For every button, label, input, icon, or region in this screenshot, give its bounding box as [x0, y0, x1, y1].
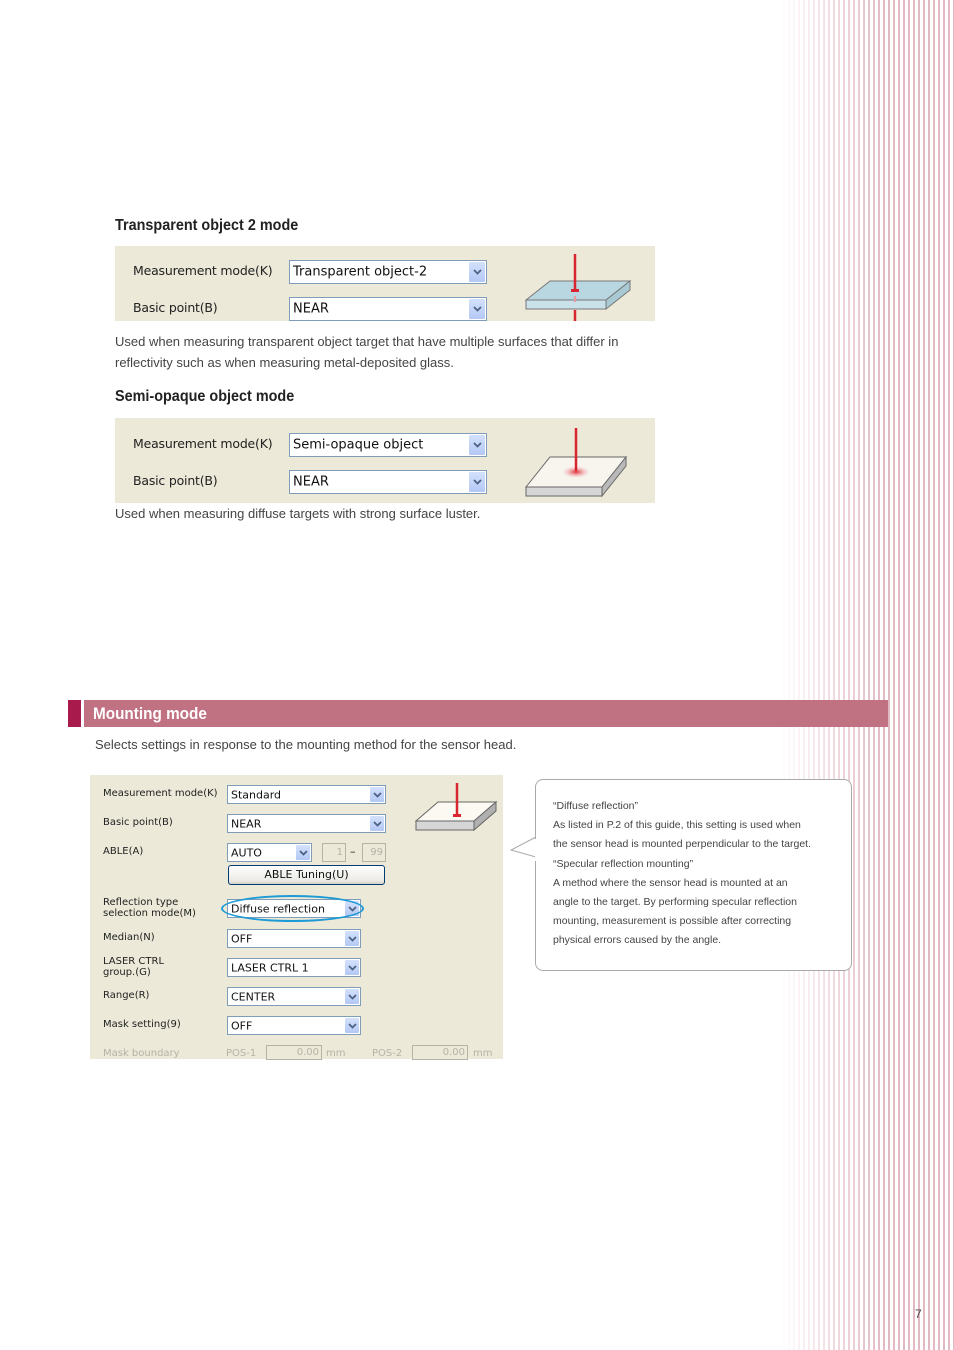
chevron-down-icon[interactable]: [345, 931, 359, 946]
callout-line: A method where the sensor head is mounte…: [553, 876, 788, 889]
able-value: AUTO: [231, 846, 262, 859]
laser-ctrl-value: LASER CTRL 1: [231, 961, 309, 974]
measurement-mode-select[interactable]: Transparent object-2: [289, 260, 487, 284]
mounting-mode-section-bar: Mounting mode: [68, 700, 888, 727]
callout-line: “Specular reflection mounting”: [553, 857, 694, 870]
laser-ctrl-select[interactable]: LASER CTRL 1: [227, 958, 361, 977]
chevron-down-icon[interactable]: [370, 816, 384, 831]
pos2-unit: mm: [473, 1048, 493, 1059]
measurement-mode-select[interactable]: Standard: [227, 785, 386, 804]
section-accent: [68, 700, 81, 727]
mounting-illustration: [414, 783, 498, 832]
measurement-mode-label: Measurement mode(K): [103, 788, 218, 799]
range-value: CENTER: [231, 990, 276, 1003]
callout-text: “Diffuse reflection” As listed in P.2 of…: [553, 797, 848, 951]
basic-point-select[interactable]: NEAR: [227, 814, 386, 833]
measurement-mode-value: Standard: [231, 788, 282, 801]
chevron-down-icon[interactable]: [345, 1018, 359, 1033]
chevron-down-icon[interactable]: [345, 960, 359, 975]
able-label: ABLE(A): [103, 846, 144, 857]
callout-line: physical errors caused by the angle.: [553, 934, 722, 947]
transparent2-description: Used when measuring transparent object t…: [115, 334, 619, 370]
mounting-mode-intro: Selects settings in response to the moun…: [95, 737, 517, 752]
mask-setting-value: OFF: [231, 1019, 253, 1032]
callout-pointer-mask: [535, 839, 537, 861]
semiopaque-heading: Semi-opaque object mode: [115, 388, 295, 405]
median-label: Median(N): [103, 932, 155, 943]
pos2-label: POS-2: [372, 1048, 403, 1059]
laser-ctrl-label: LASER CTRL group.(G): [103, 956, 164, 978]
transparent2-heading: Transparent object 2 mode: [115, 217, 299, 234]
basic-point-select[interactable]: NEAR: [289, 297, 487, 321]
measurement-mode-value: Transparent object-2: [293, 264, 428, 280]
chevron-down-icon[interactable]: [370, 787, 384, 802]
basic-point-value: NEAR: [293, 474, 329, 490]
transparent-glass-illustration: [524, 254, 632, 321]
chevron-down-icon[interactable]: [469, 262, 485, 282]
able-tuning-button[interactable]: ABLE Tuning(U): [228, 865, 385, 885]
measurement-mode-label: Measurement mode(K): [133, 436, 273, 451]
pos1-unit: mm: [326, 1048, 346, 1059]
basic-point-label: Basic point(B): [103, 817, 173, 828]
chevron-down-icon[interactable]: [469, 299, 485, 319]
laser-ctrl-label-line2: group.(G): [103, 967, 151, 978]
reflection-type-label-line2: selection mode(M): [103, 908, 196, 919]
mounting-mode-title: Mounting mode: [93, 704, 207, 723]
measurement-mode-label: Measurement mode(K): [133, 263, 273, 278]
semiopaque-object-illustration: [524, 428, 628, 498]
transparent2-settings-panel: Measurement mode(K) Transparent object-2…: [115, 246, 655, 321]
median-value: OFF: [231, 932, 253, 945]
callout-line: the sensor head is mounted perpendicular…: [553, 838, 811, 851]
semiopaque-description: Used when measuring diffuse targets with…: [115, 506, 481, 521]
callout-line: mounting, measurement is possible after …: [553, 915, 792, 928]
basic-point-label: Basic point(B): [133, 300, 218, 315]
semiopaque-settings-panel: Measurement mode(K) Semi-opaque object B…: [115, 418, 655, 503]
chevron-down-icon[interactable]: [469, 472, 485, 492]
pos1-label: POS-1: [226, 1048, 257, 1059]
basic-point-select[interactable]: NEAR: [289, 470, 487, 494]
decorative-stripes: [780, 0, 954, 1350]
chevron-down-icon[interactable]: [469, 435, 485, 455]
reflection-type-label-line1: Reflection type: [103, 897, 179, 908]
callout-line: angle to the target. By performing specu…: [553, 896, 797, 909]
basic-point-label: Basic point(B): [133, 473, 218, 488]
pos2-input[interactable]: 0.00: [412, 1045, 468, 1060]
able-range-separator: –: [350, 845, 356, 858]
highlight-ellipse: [221, 895, 364, 922]
able-range-min-input[interactable]: 1: [322, 843, 346, 862]
basic-point-value: NEAR: [293, 301, 329, 317]
range-select[interactable]: CENTER: [227, 987, 361, 1006]
basic-point-value: NEAR: [231, 817, 262, 830]
able-select[interactable]: AUTO: [227, 843, 312, 862]
median-select[interactable]: OFF: [227, 929, 361, 948]
measurement-mode-value: Semi-opaque object: [293, 437, 424, 453]
callout-line: As listed in P.2 of this guide, this set…: [553, 819, 801, 832]
range-label: Range(R): [103, 990, 150, 1001]
measurement-mode-select[interactable]: Semi-opaque object: [289, 433, 487, 457]
pos1-input[interactable]: 0.00: [266, 1045, 322, 1060]
mask-boundary-label: Mask boundary: [103, 1048, 180, 1059]
mask-setting-select[interactable]: OFF: [227, 1016, 361, 1035]
mask-setting-label: Mask setting(9): [103, 1019, 181, 1030]
chevron-down-icon[interactable]: [296, 845, 310, 860]
laser-ctrl-label-line1: LASER CTRL: [103, 956, 165, 967]
chevron-down-icon[interactable]: [345, 989, 359, 1004]
callout-line: “Diffuse reflection”: [553, 800, 639, 812]
page-number: 7: [915, 1307, 922, 1321]
able-range-max-input[interactable]: 99: [362, 843, 386, 862]
reflection-type-label: Reflection type selection mode(M): [103, 897, 196, 919]
